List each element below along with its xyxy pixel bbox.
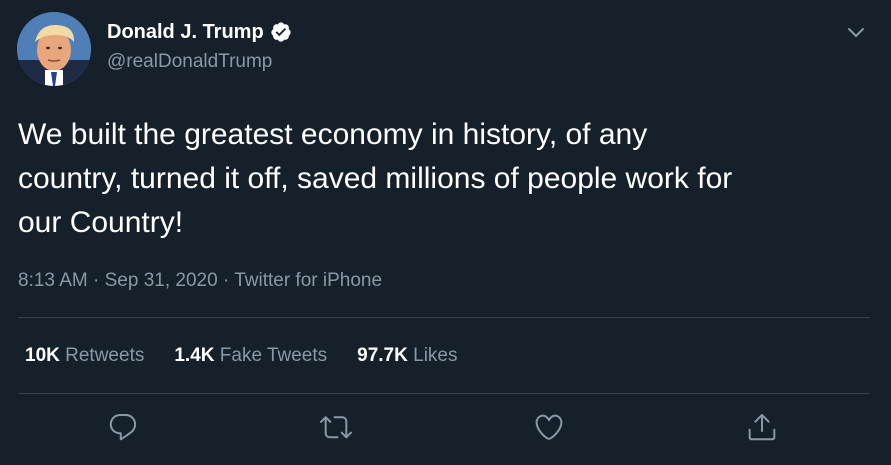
- avatar[interactable]: [17, 12, 91, 86]
- tweet-text: We built the greatest economy in history…: [18, 118, 733, 239]
- heart-icon[interactable]: [533, 411, 565, 443]
- share-icon[interactable]: [746, 411, 778, 443]
- likes-count: 97.7K: [357, 345, 408, 366]
- divider-bottom: [18, 393, 870, 394]
- retweets-stat[interactable]: 10K Retweets: [25, 343, 144, 369]
- verified-badge-icon: [270, 21, 292, 43]
- fake-tweets-count: 1.4K: [174, 345, 215, 366]
- tweet-card: Donald J. Trump @realDonaldTrump We buil…: [0, 0, 891, 465]
- retweets-label: Retweets: [65, 345, 145, 366]
- tweet-meta: 8:13 AM · Sep 31, 2020 · Twitter for iPh…: [18, 268, 382, 294]
- tweet-stats: 10K Retweets 1.4K Fake Tweets 97.7K Like…: [25, 343, 457, 369]
- fake-tweets-stat[interactable]: 1.4K Fake Tweets: [174, 343, 327, 369]
- display-name-row[interactable]: Donald J. Trump: [107, 20, 292, 44]
- display-name[interactable]: Donald J. Trump: [107, 20, 264, 44]
- retweets-count: 10K: [25, 345, 60, 366]
- divider-top: [18, 317, 870, 318]
- likes-stat[interactable]: 97.7K Likes: [357, 343, 457, 369]
- tweet-time[interactable]: 8:13 AM: [18, 270, 88, 291]
- user-handle[interactable]: @realDonaldTrump: [107, 50, 272, 74]
- reply-icon[interactable]: [107, 411, 139, 443]
- meta-separator: ·: [93, 270, 100, 291]
- fake-tweets-label: Fake Tweets: [219, 345, 328, 366]
- tweet-date[interactable]: Sep 31, 2020: [105, 270, 218, 291]
- meta-separator: ·: [222, 270, 230, 291]
- retweet-icon[interactable]: [320, 411, 352, 443]
- action-bar: [0, 411, 891, 451]
- avatar-image: [17, 12, 91, 86]
- likes-label: Likes: [413, 345, 458, 366]
- chevron-down-icon[interactable]: [843, 20, 869, 44]
- tweet-source[interactable]: Twitter for iPhone: [234, 270, 382, 291]
